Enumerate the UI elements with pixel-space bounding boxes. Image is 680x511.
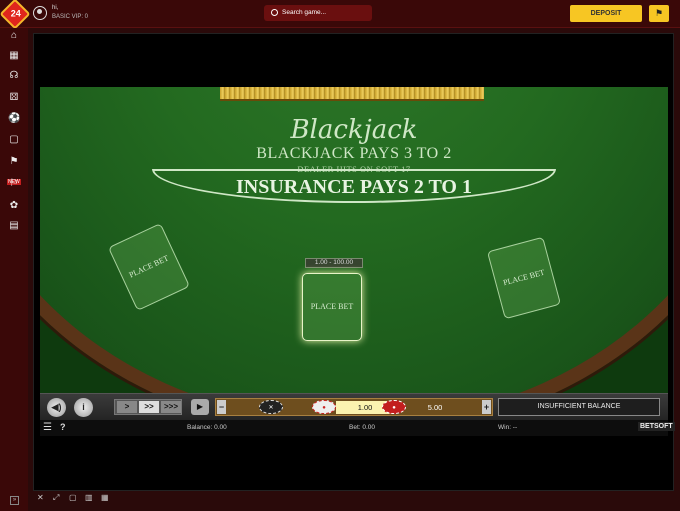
brain-icon[interactable]: ✿ [8, 200, 20, 212]
search-icon [271, 9, 278, 16]
logo-text: 24 [10, 8, 21, 19]
chip-prev-button[interactable]: − [217, 400, 226, 414]
headset-icon[interactable]: ☊ [8, 70, 20, 82]
bet-text: Bet: 0.00 [349, 424, 376, 431]
game-title: Blackjack [290, 115, 418, 145]
sound-icon[interactable]: ◀) [47, 398, 66, 417]
sidebar: ⌂ ▦ ☊ ⚄ ⚽ ▢ NEW ⚑ ⚐ ✿ ▤ » [0, 28, 28, 511]
chip-tray [220, 87, 484, 101]
bet-spot-center[interactable]: PLACE BET [302, 273, 362, 341]
chip-next-button[interactable]: + [482, 400, 491, 414]
betsoft-logo: BETSOFT [638, 422, 675, 431]
blackjack-pays-text: BLACKJACK PAYS 3 TO 2 [256, 145, 452, 162]
user-greeting: hi, [52, 5, 59, 11]
racing-flags-icon[interactable]: ⚑ [8, 156, 20, 168]
gift-icon[interactable]: ⚐ [8, 178, 20, 190]
grid-view-icon[interactable]: ▦ [101, 493, 109, 502]
blackjack-table: Blackjack BLACKJACK PAYS 3 TO 2 DEALER H… [40, 87, 668, 393]
speed-controls: > >> >>> [114, 399, 182, 415]
chip-selector: − ✕ ● 1.00 ● 5.00 + [215, 398, 493, 416]
user-icon[interactable] [33, 6, 47, 20]
home-icon[interactable]: ⌂ [8, 30, 20, 42]
speed-fast-button[interactable]: >> [139, 401, 159, 413]
speed-fastest-button[interactable]: >>> [161, 401, 181, 413]
close-icon[interactable]: ✕ [37, 493, 44, 502]
dice-icon[interactable]: ⚄ [8, 92, 20, 104]
top-bar: 24 hi, BASIC VIP: 0 Search game... DEPOS… [0, 0, 680, 30]
menu-icon[interactable]: ☰ [43, 422, 52, 433]
game-toolbar: ◀) i > >> >>> ▶ − ✕ ● 1.00 ● 5.00 + INSU… [40, 393, 668, 420]
help-icon[interactable]: ? [60, 422, 66, 432]
deposit-button[interactable]: DEPOSIT [570, 5, 642, 22]
status-message: INSUFFICIENT BALANCE [498, 398, 660, 416]
user-vip-level: BASIC VIP: 0 [52, 14, 89, 20]
cashier-icon[interactable]: ▤ [8, 220, 20, 232]
chip-icon-white[interactable]: ● [312, 400, 336, 414]
chip-value-red: 5.00 [427, 403, 443, 412]
chip-icon-dark[interactable]: ✕ [259, 400, 283, 414]
search-input[interactable]: Search game... [264, 5, 372, 21]
racing-flags-icon[interactable]: ⚑ [649, 5, 669, 22]
search-placeholder: Search game... [282, 9, 327, 16]
cards-icon[interactable]: ▢ [8, 134, 20, 146]
brand-logo[interactable]: 24 [0, 0, 31, 30]
split-view-icon[interactable]: ▥ [85, 493, 93, 502]
soccer-icon[interactable]: ⚽ [8, 113, 20, 125]
bet-limits: 1.00 - 100.00 [305, 258, 363, 268]
info-icon[interactable]: i [74, 398, 93, 417]
bottom-toolbar: ✕ ⤢ ▢ ▥ ▦ [37, 493, 117, 505]
info-bar: ☰ ? Balance: 0.00 Bet: 0.00 Win: -- BETS… [40, 420, 675, 436]
speed-normal-button[interactable]: > [117, 401, 137, 413]
chip-icon-red[interactable]: ● [382, 400, 406, 414]
resize-icon[interactable]: ⤢ [53, 493, 59, 503]
camera-icon[interactable]: ▶ [191, 399, 209, 415]
tile-icon[interactable]: ▢ [69, 493, 77, 502]
win-text: Win: -- [498, 424, 518, 431]
collapse-sidebar-icon[interactable]: » [10, 496, 19, 505]
calendar-icon[interactable]: ▦ [8, 50, 20, 62]
balance-text: Balance: 0.00 [187, 424, 227, 431]
